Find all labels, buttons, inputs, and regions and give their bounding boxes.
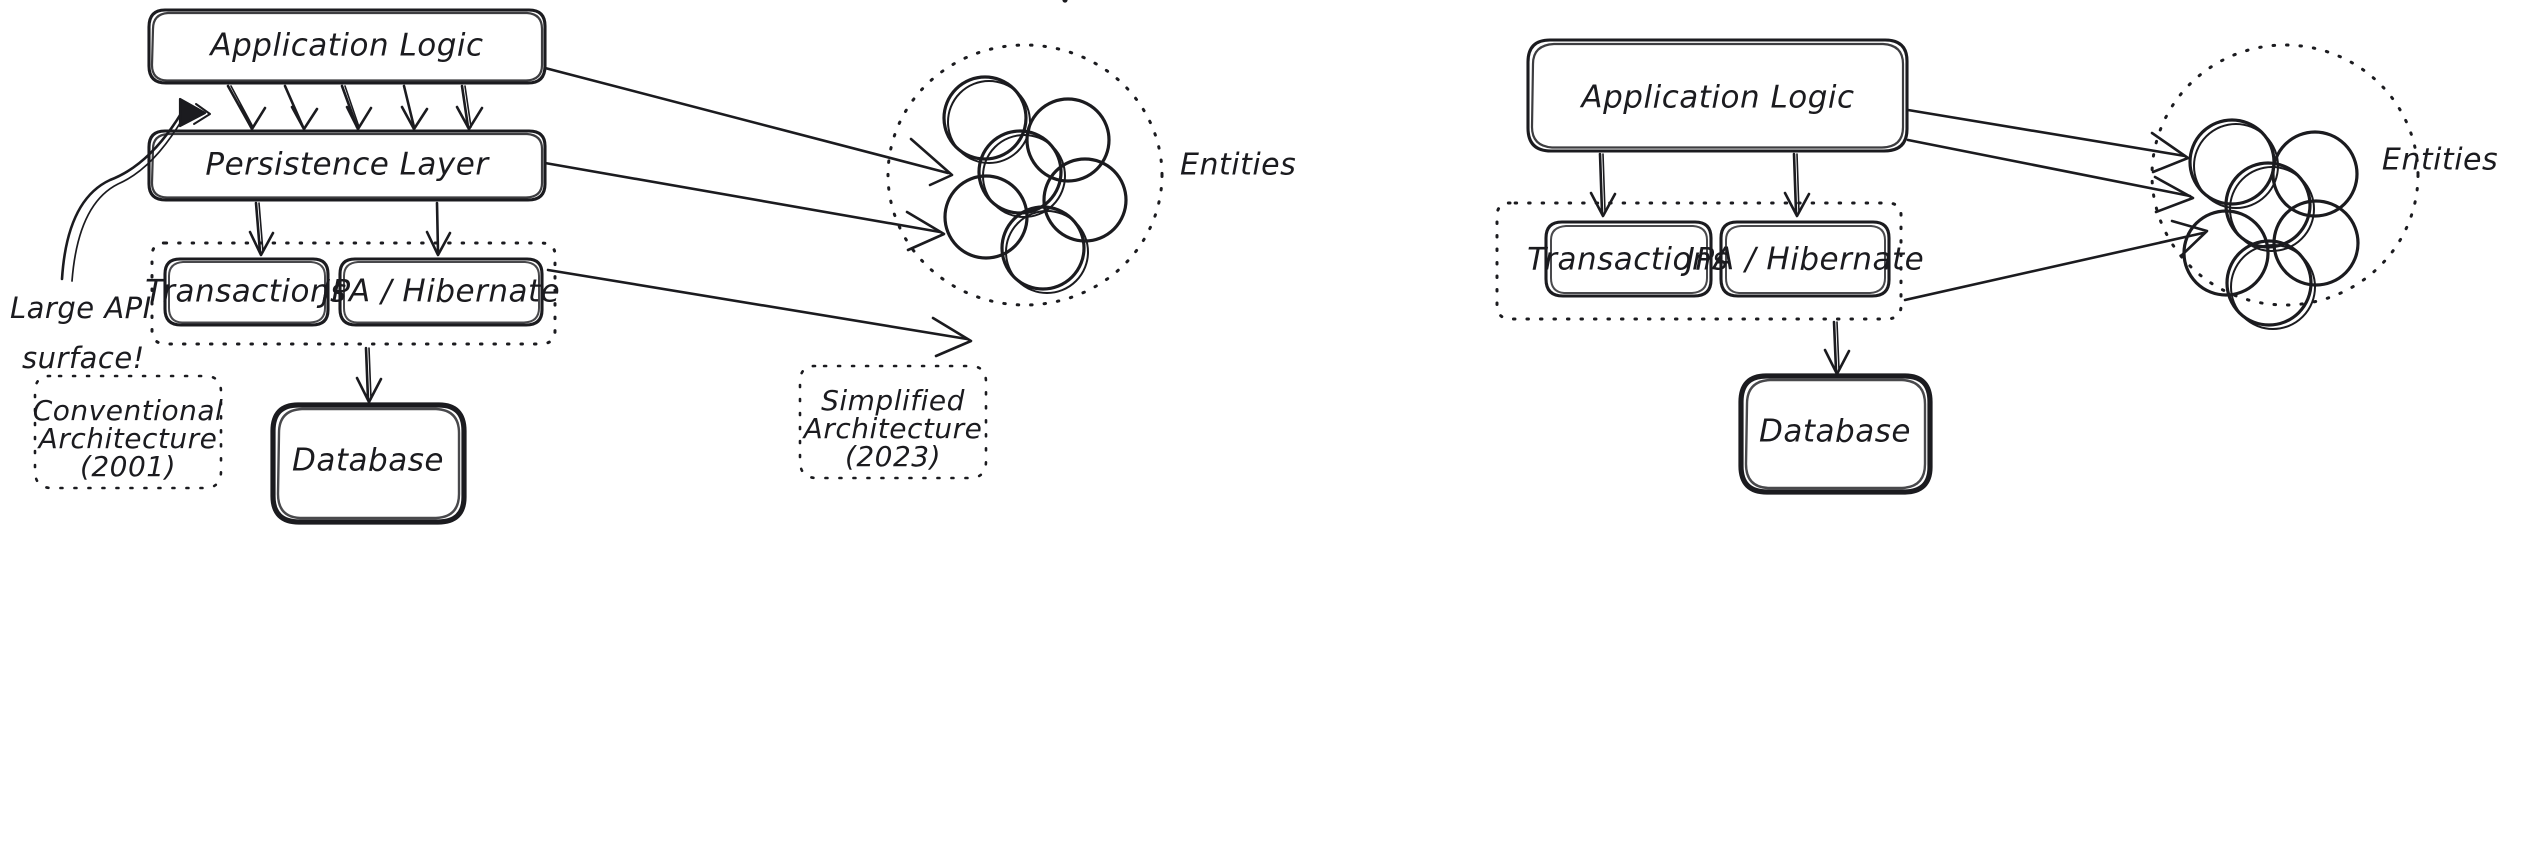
node-label-application-logic: Application Logic xyxy=(208,28,483,64)
node-transactions-left[interactable]: Transactions xyxy=(145,257,347,327)
node-database-left[interactable]: Database xyxy=(270,402,467,525)
annotation-line-1: Large API xyxy=(10,291,152,325)
entities-cluster-right: Entities xyxy=(2150,43,2498,330)
arrows-to-entities-right xyxy=(1903,108,2209,302)
caption-line-3: (2001) xyxy=(80,450,176,483)
node-label-transactions: Transactions xyxy=(145,274,347,310)
diagram-canvas: Application Logic Persistence Layer Larg… xyxy=(0,0,2529,867)
node-label-database-right: Database xyxy=(1759,414,1911,450)
node-jpa-hibernate-right[interactable]: JPA / Hibernate xyxy=(1680,220,1924,298)
caption-line-3-right: (2023) xyxy=(845,440,941,473)
node-label-database: Database xyxy=(292,443,444,479)
architecture-comparison-diagram: Application Logic Persistence Layer Larg… xyxy=(10,0,2498,525)
entity-circle xyxy=(947,80,1031,164)
node-application-logic-right[interactable]: Application Logic xyxy=(1526,38,1909,153)
annotation-line-2: surface! xyxy=(22,341,145,375)
entities-label-right: Entities xyxy=(2382,143,2498,178)
entity-circle xyxy=(2230,244,2316,330)
node-label-persistence-layer: Persistence Layer xyxy=(205,147,490,183)
annotation-large-api-surface: Large API surface! xyxy=(10,291,152,375)
annotation-arrow-large-api-surface xyxy=(60,97,211,282)
node-application-logic-left[interactable]: Application Logic xyxy=(147,8,547,85)
node-label-jpa-hibernate: JPA / Hibernate xyxy=(316,274,560,310)
entity-circle xyxy=(1025,97,1111,183)
entity-circle xyxy=(2193,123,2279,209)
entity-circle xyxy=(2271,130,2359,218)
entity-circle xyxy=(1005,210,1089,294)
arrow-inner-to-database-right xyxy=(1823,320,1851,376)
arrows-app-to-inner-right xyxy=(1589,152,1811,218)
node-label-application-logic-right: Application Logic xyxy=(1579,80,1854,116)
node-label-jpa-hibernate-right: JPA / Hibernate xyxy=(1680,242,1924,278)
entities-ellipse-left xyxy=(886,43,1164,307)
node-persistence-layer[interactable]: Persistence Layer xyxy=(147,129,547,202)
caption-box-conventional: Conventional Architecture (2001) xyxy=(33,374,223,490)
node-jpa-hibernate-left[interactable]: JPA / Hibernate xyxy=(316,257,560,327)
arrows-persistence-to-inner xyxy=(248,201,452,257)
entities-label-left: Entities xyxy=(1180,148,1296,183)
arrows-app-to-persistence xyxy=(226,84,484,131)
arrow-inner-to-database-left xyxy=(355,346,383,404)
